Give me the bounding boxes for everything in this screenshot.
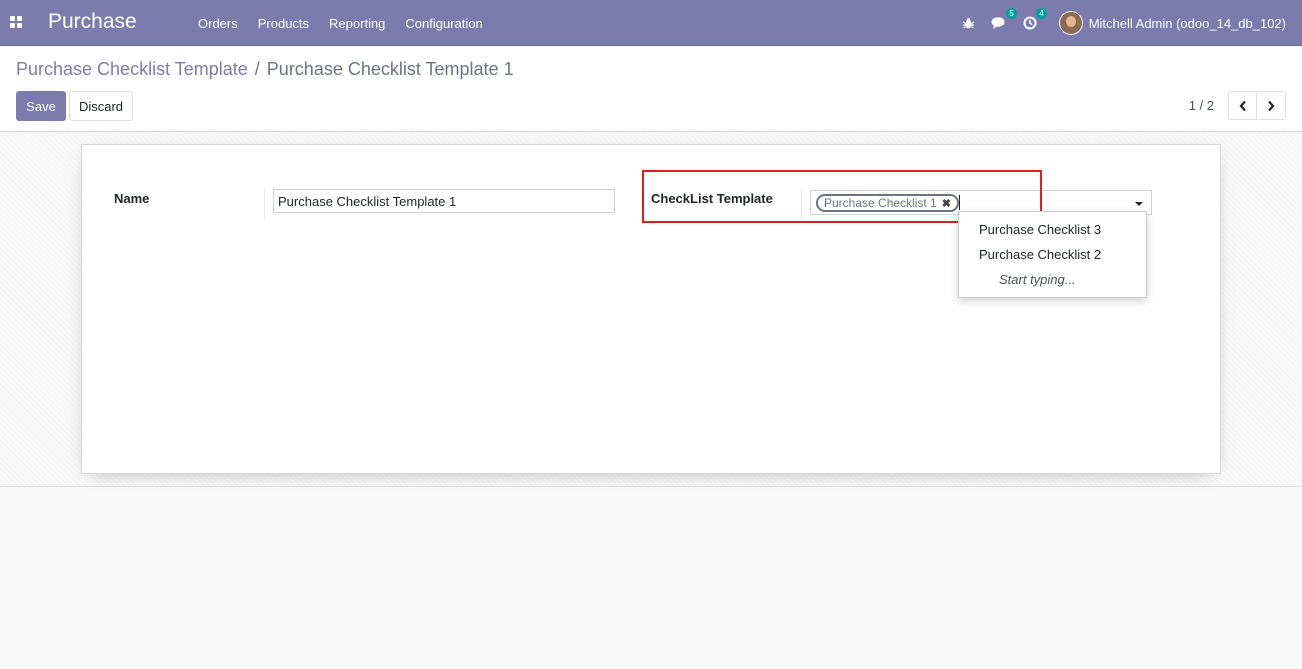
debug-menu[interactable] [954, 17, 983, 30]
menu-products[interactable]: Products [248, 16, 319, 31]
clock-icon [1023, 16, 1037, 30]
autocomplete-dropdown: Purchase Checklist 3 Purchase Checklist … [958, 211, 1147, 298]
breadcrumb-parent[interactable]: Purchase Checklist Template [16, 59, 248, 80]
activities-badge: 4 [1036, 8, 1047, 19]
messaging-menu[interactable]: 5 [983, 8, 1017, 30]
name-field[interactable] [273, 189, 615, 213]
menu-reporting[interactable]: Reporting [319, 16, 395, 31]
pager-value[interactable]: 1 / 2 [1189, 98, 1214, 113]
control-panel: Purchase Checklist Template / Purchase C… [0, 46, 1302, 132]
dropdown-option-checklist-2[interactable]: Purchase Checklist 2 [979, 247, 1101, 262]
pager-next-button[interactable] [1257, 91, 1286, 120]
form-sheet: Name CheckList Template Purchase Checkli… [81, 144, 1221, 474]
chat-icon [991, 17, 1005, 29]
top-navbar: Purchase Orders Products Reporting Confi… [0, 0, 1302, 46]
chevron-left-icon [1239, 100, 1246, 111]
breadcrumb-current: Purchase Checklist Template 1 [266, 59, 514, 79]
dropdown-option-checklist-3[interactable]: Purchase Checklist 3 [979, 222, 1101, 237]
user-menu[interactable]: Mitchell Admin (odoo_14_db_102) [1045, 11, 1302, 35]
systray: 5 4 Mitchell Admin (odoo_14_db_102) [954, 0, 1302, 46]
chevron-right-icon [1268, 100, 1275, 111]
bug-icon [962, 17, 974, 28]
menu-configuration[interactable]: Configuration [395, 16, 492, 31]
main-menu: Orders Products Reporting Configuration [188, 0, 493, 46]
menu-orders[interactable]: Orders [188, 16, 248, 31]
breadcrumb-separator: / [254, 59, 260, 79]
form-view: Name CheckList Template Purchase Checkli… [0, 132, 1302, 487]
user-name: Mitchell Admin (odoo_14_db_102) [1088, 15, 1286, 31]
avatar [1058, 11, 1083, 35]
activity-menu[interactable]: 4 [1015, 8, 1047, 30]
pager-previous-button[interactable] [1228, 91, 1257, 120]
chevron-down-icon[interactable] [1135, 202, 1143, 206]
apps-icon[interactable] [10, 16, 22, 28]
dropdown-start-typing[interactable]: Start typing... [999, 272, 1076, 287]
discard-button[interactable]: Discard [69, 91, 133, 121]
name-label: Name [114, 191, 150, 206]
app-name[interactable]: Purchase [48, 10, 137, 34]
field-divider [264, 189, 265, 219]
breadcrumb: Purchase Checklist Template / Purchase C… [16, 59, 514, 80]
save-button[interactable]: Save [16, 91, 66, 121]
